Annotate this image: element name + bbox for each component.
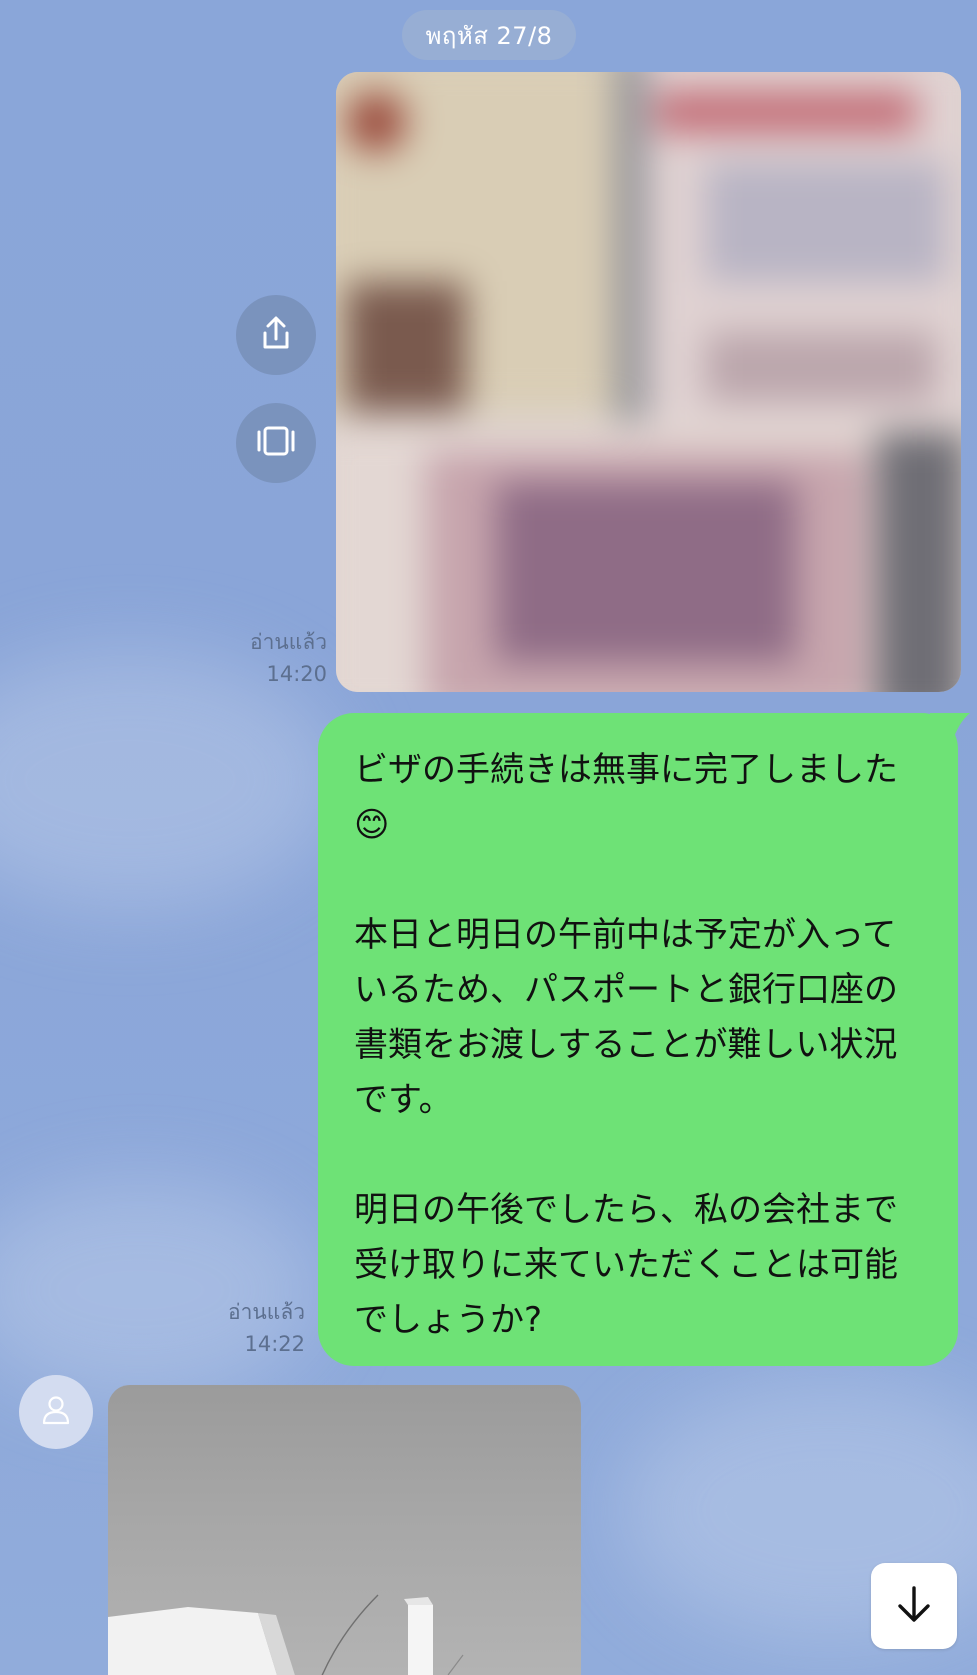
contact-avatar[interactable] [19,1375,93,1449]
gallery-icon [254,421,298,465]
share-icon [256,313,296,357]
sent-text-meta: อ่านแล้ว 14:22 [190,1296,305,1360]
date-separator: พฤหัส 27/8 [402,10,576,60]
scroll-to-bottom-button[interactable] [871,1563,957,1649]
sent-photo[interactable] [336,72,961,692]
photo-content [108,1594,464,1675]
read-status: อ่านแล้ว [228,1300,305,1324]
read-status: อ่านแล้ว [250,630,327,654]
gallery-button[interactable] [236,403,316,483]
message-time: 14:20 [266,662,327,686]
sent-message-bubble[interactable]: ビザの手続きは無事に完了しました😊 本日と明日の午前中は予定が入っているため、パ… [318,713,958,1366]
arrow-down-icon [892,1582,936,1630]
chat-background: พฤหัส 27/8 อ่านแล้ว 14:20 ビザの手続きは無事に完了しま… [0,0,977,1675]
background-cloud [0,1180,320,1400]
share-button[interactable] [236,295,316,375]
user-icon [39,1393,73,1431]
message-time: 14:22 [244,1332,305,1356]
sent-photo-meta: อ่านแล้ว 14:20 [205,626,327,690]
photo-content [336,72,961,692]
received-photo[interactable] [108,1385,581,1675]
